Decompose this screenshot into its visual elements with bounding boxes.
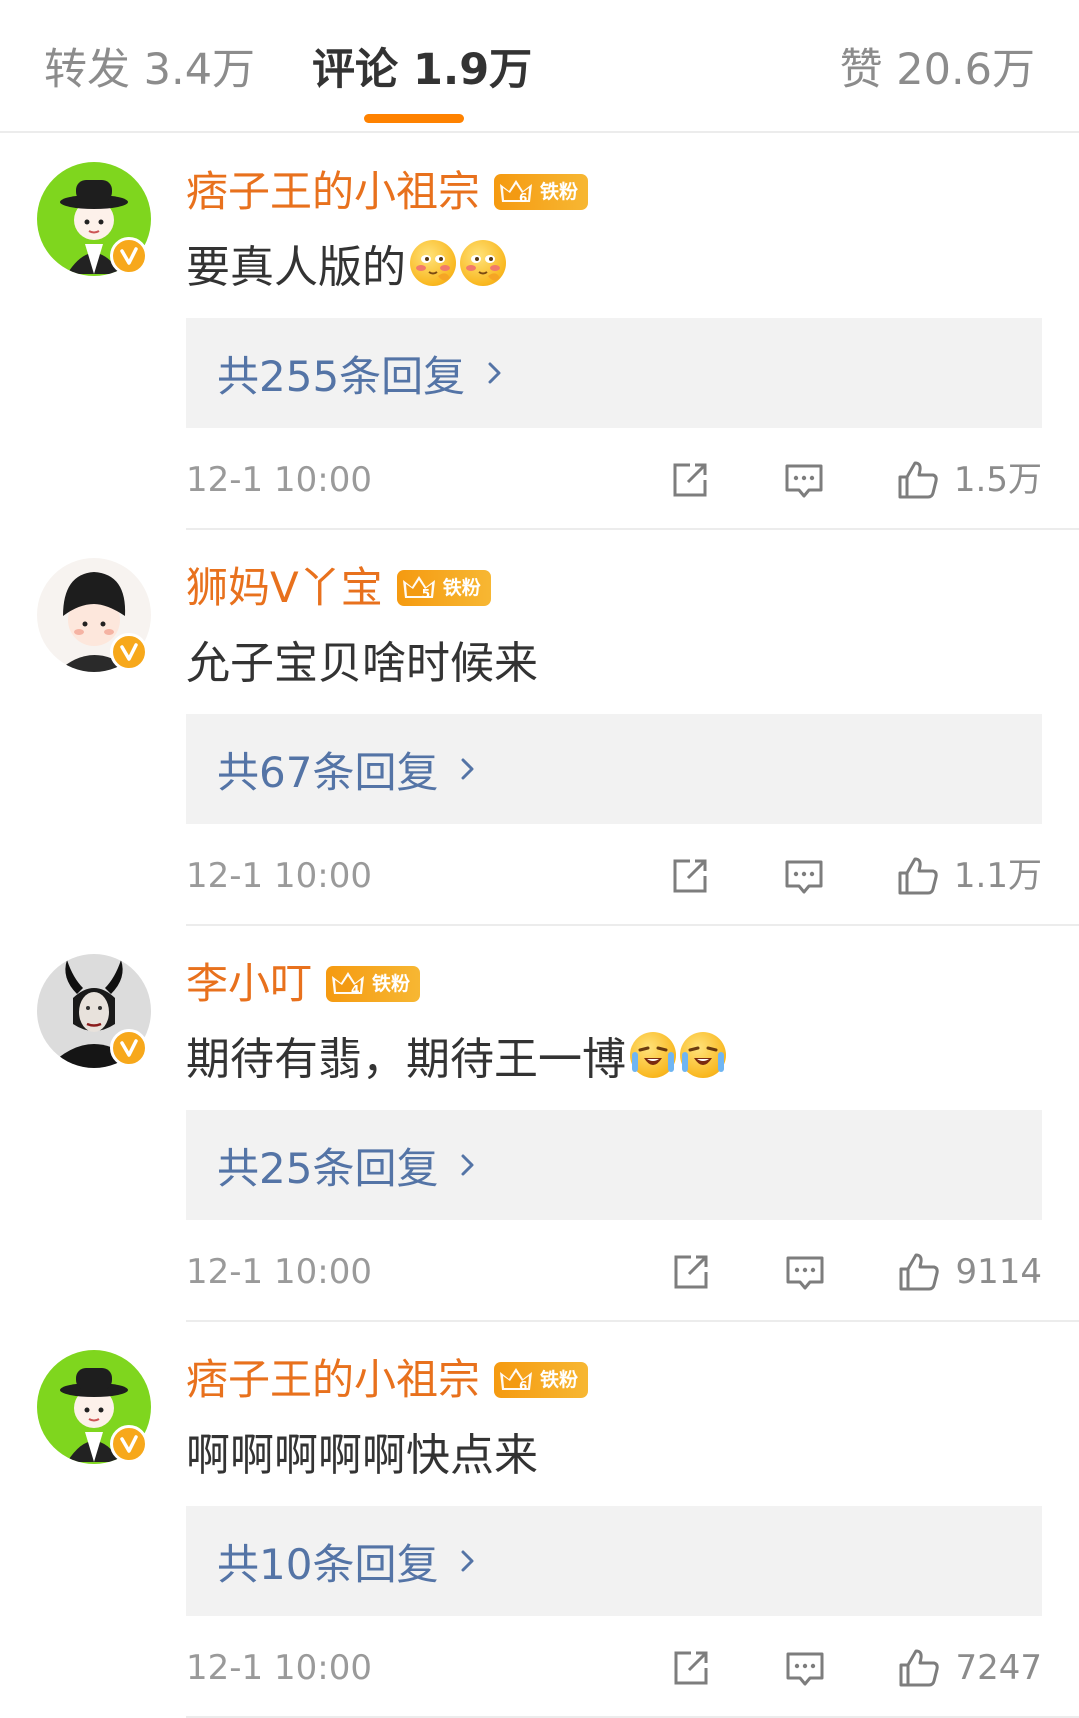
crown-icon [496,1362,536,1398]
share-icon[interactable] [668,458,712,502]
comment-actions: 9114 [669,1248,1042,1296]
user-row: 痞子王的小祖宗 6 铁粉 [186,1355,589,1405]
comment-body: 啊啊啊啊啊快点来 [186,1430,538,1481]
verified-v-icon [110,1425,148,1463]
username[interactable]: 痞子王的小祖宗 [186,1355,480,1405]
comment-icon[interactable] [783,1646,827,1690]
like-count: 1.5万 [953,460,1042,500]
replies-count-label: 共255条回复 [217,351,466,401]
fan-badge[interactable]: 6 铁粉 [494,1362,589,1398]
fan-level: 6 [519,1379,528,1393]
timestamp: 12-1 10:00 [186,460,372,500]
laugh-cry-emoji-icon [680,1032,726,1078]
comment-text: 要真人版的 [186,234,506,293]
comment-footer: 12-1 10:00 7247 [186,1644,1042,1692]
fan-badge[interactable]: 6 铁粉 [494,174,589,210]
like-count: 9114 [955,1252,1042,1292]
chevron-right-icon [458,754,478,784]
fan-badge-label: 铁粉 [372,973,411,995]
replies-count-label: 共25条回复 [217,1143,439,1193]
comment-footer: 12-1 10:00 9114 [186,1248,1042,1296]
blush-emoji-icon [410,240,456,286]
comment-icon[interactable] [782,458,826,502]
fan-level: 4 [351,983,360,997]
timestamp: 12-1 10:00 [186,1648,372,1688]
username[interactable]: 李小叮 [186,959,312,1009]
blush-emoji-icon [460,240,506,286]
tab-comments[interactable]: 评论 1.9万 [312,44,532,96]
comment-footer: 12-1 10:00 1.5万 [186,456,1042,504]
crown-icon [328,966,368,1002]
fan-badge-label: 铁粉 [540,1369,579,1391]
username[interactable]: 狮妈V丫宝 [186,563,383,613]
like-count: 7247 [955,1648,1042,1688]
fan-level: 5 [421,587,431,601]
timestamp: 12-1 10:00 [186,1252,372,1292]
chevron-right-icon [458,1546,478,1576]
comment-body: 要真人版的 [186,242,406,293]
chevron-right-icon [485,358,505,388]
fan-badge-label: 铁粉 [540,181,579,203]
thumbs-up-icon[interactable] [897,1250,941,1294]
comment-actions: 1.1万 [668,852,1042,900]
timestamp: 12-1 10:00 [186,856,372,896]
verified-v-icon [110,633,148,671]
comment-item: 李小叮 4 铁粉 期待有翡，期待王一博 共25条回复 12-1 10:00 91… [0,926,1079,1322]
share-icon[interactable] [669,1250,713,1294]
comment-icon[interactable] [783,1250,827,1294]
fan-level: 6 [519,191,528,205]
laugh-cry-emoji-icon [630,1032,676,1078]
replies-count-label: 共10条回复 [217,1539,439,1589]
replies-link[interactable]: 共255条回复 [186,318,1042,428]
thumbs-up-icon[interactable] [896,854,940,898]
comment-icon[interactable] [782,854,826,898]
comment-item: 痞子王的小祖宗 6 铁粉 啊啊啊啊啊快点来 共10条回复 12-1 10:00 [0,1322,1079,1718]
active-tab-indicator [364,114,464,123]
comment-item: 狮妈V丫宝 5 铁粉 允子宝贝啥时候来 共67条回复 12-1 10:00 1.… [0,530,1079,926]
user-row: 李小叮 4 铁粉 [186,959,421,1009]
comment-text: 期待有翡，期待王一博 [186,1026,726,1085]
replies-count-label: 共67条回复 [217,747,439,797]
fan-badge[interactable]: 4 铁粉 [326,966,421,1002]
chevron-right-icon [458,1150,478,1180]
username[interactable]: 痞子王的小祖宗 [186,167,480,217]
comment-text: 啊啊啊啊啊快点来 [186,1422,538,1481]
verified-v-icon [110,1029,148,1067]
like-count: 1.1万 [953,856,1042,896]
replies-link[interactable]: 共67条回复 [186,714,1042,824]
share-icon[interactable] [668,854,712,898]
comment-actions: 7247 [669,1644,1042,1692]
verified-v-icon [110,237,148,275]
tab-likes[interactable]: 赞 20.6万 [840,44,1035,96]
thumbs-up-icon[interactable] [897,1646,941,1690]
comment-footer: 12-1 10:00 1.1万 [186,852,1042,900]
crown-icon [399,570,439,606]
replies-link[interactable]: 共10条回复 [186,1506,1042,1616]
comment-body: 期待有翡，期待王一博 [186,1034,626,1085]
tab-reposts[interactable]: 转发 3.4万 [44,44,255,96]
crown-icon [496,174,536,210]
comment-actions: 1.5万 [668,456,1042,504]
share-icon[interactable] [669,1646,713,1690]
fan-badge[interactable]: 5 铁粉 [396,570,491,606]
comment-text: 允子宝贝啥时候来 [186,630,538,689]
user-row: 痞子王的小祖宗 6 铁粉 [186,167,589,217]
user-row: 狮妈V丫宝 5 铁粉 [186,563,491,613]
replies-link[interactable]: 共25条回复 [186,1110,1042,1220]
thumbs-up-icon[interactable] [896,458,940,502]
fan-badge-label: 铁粉 [442,577,481,599]
comment-item: 痞子王的小祖宗 6 铁粉 要真人版的 共255条回复 12-1 10:00 1.… [0,134,1079,530]
comment-body: 允子宝贝啥时候来 [186,638,538,689]
comment-tab-bar: 转发 3.4万 评论 1.9万 赞 20.6万 [0,0,1079,133]
